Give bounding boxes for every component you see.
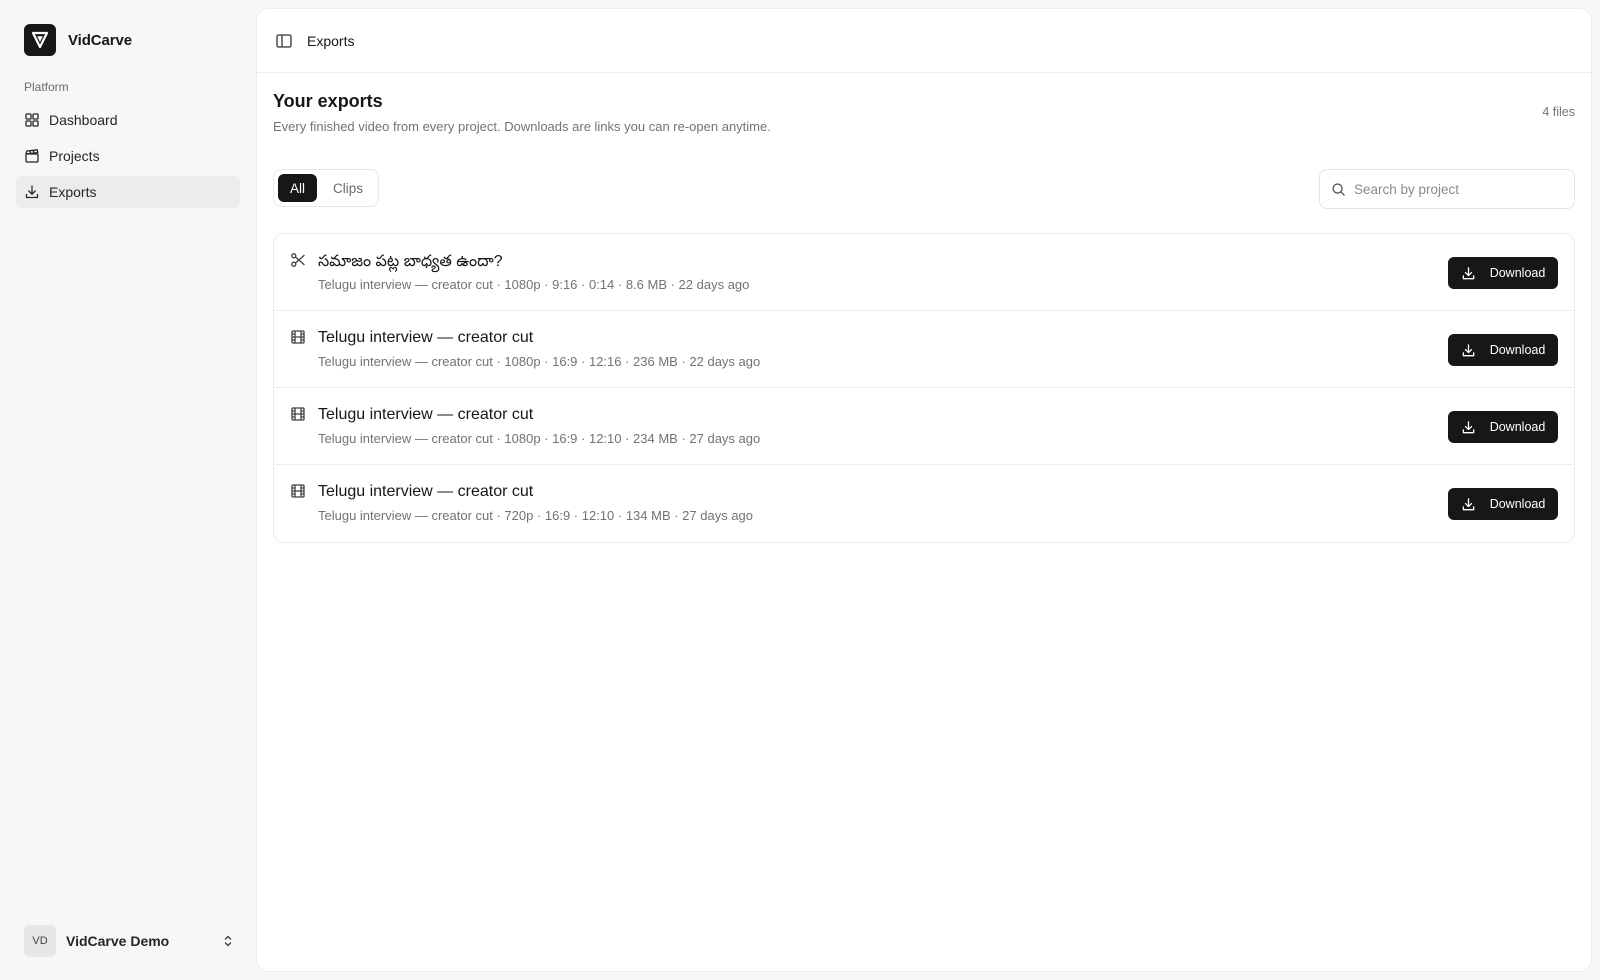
sidebar-toggle-icon[interactable]: [275, 32, 293, 50]
user-menu[interactable]: VD VidCarve Demo: [24, 925, 236, 957]
list-item: Telugu interview — creator cut Telugu in…: [274, 388, 1574, 465]
list-item: Telugu interview — creator cut Telugu in…: [274, 465, 1574, 542]
search-input[interactable]: [1354, 181, 1564, 197]
avatar: VD: [24, 925, 56, 957]
exports-list: సమాజం పట్ల బాధ్యత ఉందా? Telugu interview…: [273, 233, 1575, 543]
export-meta: Telugu interview — creator cut · 1080p ·…: [318, 277, 750, 292]
download-icon: [1462, 497, 1475, 510]
sidebar-item-projects[interactable]: Projects: [16, 140, 240, 172]
download-button[interactable]: Download: [1448, 488, 1558, 520]
download-button-label: Download: [1489, 497, 1546, 511]
export-meta: Telugu interview — creator cut · 720p · …: [318, 508, 754, 523]
download-button[interactable]: Download: [1448, 334, 1558, 366]
download-button[interactable]: Download: [1448, 411, 1558, 443]
search-icon: [1332, 182, 1345, 196]
film-icon: [291, 407, 305, 421]
sidebar-nav: Dashboard Projects Exports: [16, 104, 240, 212]
sidebar-item-label: Dashboard: [49, 112, 118, 128]
download-button[interactable]: Download: [1448, 257, 1558, 289]
page-title: Your exports: [273, 91, 383, 111]
export-title: Telugu interview — creator cut: [318, 406, 534, 423]
download-button-label: Download: [1489, 420, 1546, 434]
download-button-label: Download: [1489, 343, 1546, 357]
scissors-icon: [291, 253, 305, 267]
page-header: Your exports Every finished video from e…: [273, 91, 1575, 134]
download-icon: [1462, 343, 1475, 356]
app-name: VidCarve: [68, 31, 132, 49]
export-title: Telugu interview — creator cut: [318, 483, 534, 500]
list-item: Telugu interview — creator cut Telugu in…: [274, 311, 1574, 388]
export-title: Telugu interview — creator cut: [318, 329, 534, 346]
download-button-label: Download: [1489, 266, 1546, 280]
file-count: 4 files: [1542, 105, 1575, 119]
tab-clips[interactable]: Clips: [321, 174, 375, 202]
filter-tabs: All Clips: [273, 169, 379, 207]
clapperboard-icon: [25, 149, 39, 163]
export-meta: Telugu interview — creator cut · 1080p ·…: [318, 431, 761, 446]
page-subtitle: Every finished video from every project.…: [273, 119, 771, 134]
topbar: Exports: [257, 9, 1591, 73]
list-item: సమాజం పట్ల బాధ్యత ఉందా? Telugu interview…: [274, 234, 1574, 311]
film-icon: [291, 330, 305, 344]
export-title: సమాజం పట్ల బాధ్యత ఉందా?: [318, 253, 503, 270]
brand[interactable]: VidCarve: [24, 24, 132, 56]
user-name: VidCarve Demo: [66, 933, 170, 949]
download-icon: [25, 185, 39, 199]
chevrons-up-down-icon: [224, 935, 232, 947]
download-icon: [1462, 266, 1475, 279]
main-panel: Exports Your exports Every finished vide…: [256, 8, 1592, 972]
film-icon: [291, 484, 305, 498]
vidcarve-logo-icon: [24, 24, 56, 56]
download-icon: [1462, 420, 1475, 433]
tab-all[interactable]: All: [278, 174, 318, 202]
sidebar-item-exports[interactable]: Exports: [16, 176, 240, 208]
sidebar-item-label: Projects: [49, 148, 100, 164]
sidebar-item-dashboard[interactable]: Dashboard: [16, 104, 240, 136]
search-box: [1319, 169, 1575, 209]
nav-section-label: Platform: [24, 80, 69, 94]
dashboard-grid-icon: [25, 113, 39, 127]
sidebar-item-label: Exports: [49, 184, 97, 200]
export-meta: Telugu interview — creator cut · 1080p ·…: [318, 354, 761, 369]
sidebar: VidCarve Platform Dashboard Projects Exp…: [0, 0, 255, 980]
breadcrumb: Exports: [307, 32, 355, 49]
